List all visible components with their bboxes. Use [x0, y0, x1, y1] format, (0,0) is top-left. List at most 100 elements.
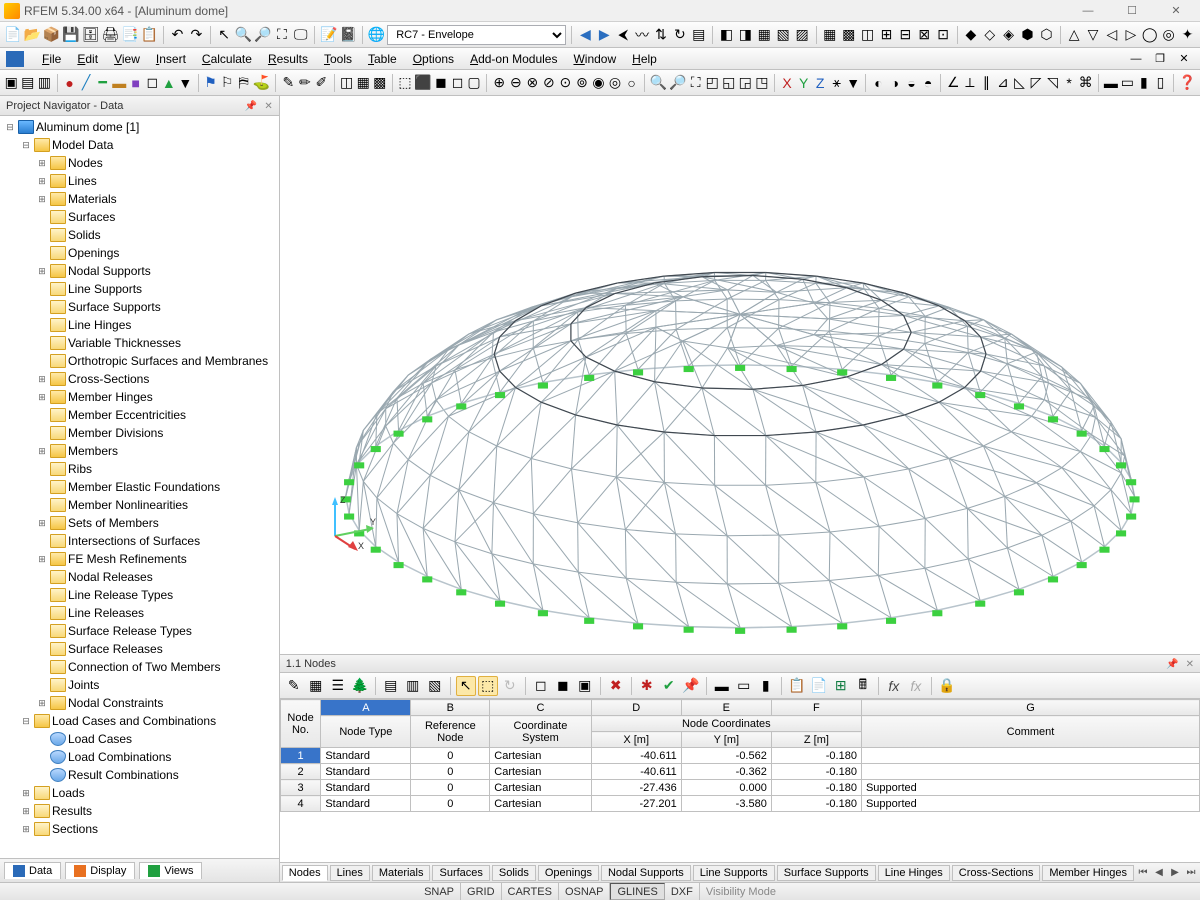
grid1-icon[interactable]: ▦ — [821, 25, 838, 45]
t2-icon[interactable]: ⬛ — [414, 73, 431, 93]
tree-sections[interactable]: ⊞Sections — [0, 820, 279, 838]
next-lc-icon[interactable]: ▶ — [596, 25, 613, 45]
t5-icon[interactable]: ▢ — [467, 73, 482, 93]
tree-line-hinges[interactable]: Line Hinges — [0, 316, 279, 334]
tab-prev-icon[interactable]: ◀ — [1152, 867, 1166, 878]
tb-sel2-icon[interactable]: ⬚ — [478, 676, 498, 696]
col-letter-A[interactable]: A — [321, 700, 411, 716]
table-tab-lines[interactable]: Lines — [330, 865, 370, 881]
tree-nodal-supports[interactable]: ⊞Nodal Supports — [0, 262, 279, 280]
tb-del-icon[interactable]: ✖ — [606, 676, 626, 696]
view7-icon[interactable]: ✦ — [1179, 25, 1196, 45]
tree-surface-supports[interactable]: Surface Supports — [0, 298, 279, 316]
tree-member-nonlinearities[interactable]: Member Nonlinearities — [0, 496, 279, 514]
mod2-icon[interactable]: ▦ — [356, 73, 371, 93]
report-icon[interactable]: 📝 — [320, 25, 337, 45]
tb-list-icon[interactable]: ☰ — [328, 676, 348, 696]
zoomwindow-icon[interactable]: 🔎 — [254, 25, 271, 45]
menu-file[interactable]: File — [34, 50, 69, 68]
flag3-icon[interactable]: ⛿ — [236, 73, 251, 93]
menu-insert[interactable]: Insert — [148, 50, 194, 68]
col-comment[interactable]: Comment — [861, 716, 1199, 748]
table-tab-line-hinges[interactable]: Line Hinges — [878, 865, 950, 881]
tab-first-icon[interactable]: ⏮ — [1136, 867, 1150, 878]
panel-close2-icon[interactable]: ✕ — [1186, 659, 1194, 670]
table-row[interactable]: 3Standard0Cartesian-27.4360.000-0.180Sup… — [280, 780, 1199, 796]
menu-results[interactable]: Results — [260, 50, 316, 68]
s4-icon[interactable]: ⊘ — [542, 73, 557, 93]
redo-icon[interactable]: ↷ — [188, 25, 205, 45]
grid3-icon[interactable]: ◫ — [859, 25, 876, 45]
notes-icon[interactable]: 📓 — [339, 25, 356, 45]
loadcase-combo[interactable]: RC7 - Envelope — [387, 25, 566, 45]
table-row[interactable]: 1Standard0Cartesian-40.611-0.562-0.180 — [280, 748, 1199, 764]
tab-views[interactable]: Views — [139, 862, 202, 879]
table-tab-materials[interactable]: Materials — [372, 865, 431, 881]
r2-icon[interactable]: ▭ — [1120, 73, 1135, 93]
moments-icon[interactable]: ↻ — [671, 25, 688, 45]
view2-icon[interactable]: ▽ — [1085, 25, 1102, 45]
flag4-icon[interactable]: ⛳ — [253, 73, 270, 93]
ang5-icon[interactable]: ◺ — [1012, 73, 1027, 93]
diag4-icon[interactable]: ▧ — [775, 25, 792, 45]
printpreview-icon[interactable]: 📑 — [121, 25, 138, 45]
table-tab-nodal-supports[interactable]: Nodal Supports — [601, 865, 691, 881]
zoomall-icon[interactable]: ⛶ — [273, 25, 290, 45]
tree-members[interactable]: ⊞Members — [0, 442, 279, 460]
tree-loads[interactable]: ⊞Loads — [0, 784, 279, 802]
menu-edit[interactable]: Edit — [69, 50, 106, 68]
tree-connection-of-two-members[interactable]: Connection of Two Members — [0, 658, 279, 676]
tb-fx2-icon[interactable]: fx — [906, 676, 926, 696]
ax-xyz-icon[interactable]: ⚹ — [829, 73, 844, 93]
draw3-icon[interactable]: ✐ — [314, 73, 329, 93]
render2-icon[interactable]: ◇ — [981, 25, 998, 45]
tree-solids[interactable]: Solids — [0, 226, 279, 244]
col-z[interactable]: Z [m] — [771, 732, 861, 748]
tree-surface-releases[interactable]: Surface Releases — [0, 640, 279, 658]
ang2-icon[interactable]: ⟂ — [963, 73, 978, 93]
tree-line-supports[interactable]: Line Supports — [0, 280, 279, 298]
ex3-icon[interactable]: ◒ — [904, 73, 919, 93]
help-icon[interactable]: ❓ — [1178, 73, 1195, 93]
menu-window[interactable]: Window — [565, 50, 624, 68]
grid4-icon[interactable]: ⊞ — [878, 25, 895, 45]
col-y[interactable]: Y [m] — [681, 732, 771, 748]
forces-icon[interactable]: ⇅ — [653, 25, 670, 45]
table-tab-cross-sections[interactable]: Cross-Sections — [952, 865, 1041, 881]
tb-refresh-icon[interactable]: ↻ — [500, 676, 520, 696]
ex2-icon[interactable]: ◑ — [888, 73, 903, 93]
tb-grid-icon[interactable]: ▦ — [306, 676, 326, 696]
prev-lc-icon[interactable]: ◀ — [577, 25, 594, 45]
grid5-icon[interactable]: ⊟ — [897, 25, 914, 45]
tree-member-elastic-foundations[interactable]: Member Elastic Foundations — [0, 478, 279, 496]
table-tab-surfaces[interactable]: Surfaces — [432, 865, 489, 881]
menu-view[interactable]: View — [106, 50, 148, 68]
ax-y-icon[interactable]: Y — [796, 73, 811, 93]
table-row[interactable]: 4Standard0Cartesian-27.201-3.580-0.180Su… — [280, 796, 1199, 812]
tree-load-combinations[interactable]: Load Combinations — [0, 748, 279, 766]
status-grid[interactable]: GRID — [461, 883, 502, 900]
tree-results[interactable]: ⊞Results — [0, 802, 279, 820]
solid-icon[interactable]: ■ — [128, 73, 143, 93]
q6-icon[interactable]: ◲ — [738, 73, 753, 93]
col-nodetype[interactable]: Node Type — [321, 716, 411, 748]
pin-icon[interactable]: 📌 — [245, 101, 257, 112]
menu-add-on-modules[interactable]: Add-on Modules — [462, 50, 565, 68]
menu-help[interactable]: Help — [624, 50, 665, 68]
q4-icon[interactable]: ◰ — [705, 73, 720, 93]
tb-filter2-icon[interactable]: ▥ — [403, 676, 423, 696]
data-grid[interactable]: NodeNo.ABCDEFG Node Type ReferenceNode C… — [280, 699, 1200, 862]
tree-nodal-releases[interactable]: Nodal Releases — [0, 568, 279, 586]
tab-next-icon[interactable]: ▶ — [1168, 867, 1182, 878]
ang9-icon[interactable]: ⌘ — [1078, 73, 1093, 93]
ex4-icon[interactable]: ◓ — [921, 73, 936, 93]
s2-icon[interactable]: ⊖ — [509, 73, 524, 93]
q5-icon[interactable]: ◱ — [721, 73, 736, 93]
diag3-icon[interactable]: ▦ — [756, 25, 773, 45]
tree-openings[interactable]: Openings — [0, 244, 279, 262]
tb-excel-icon[interactable]: ⊞ — [831, 676, 851, 696]
tb-sel1-icon[interactable]: ↖ — [456, 676, 476, 696]
supports-toggle-icon[interactable]: ▼ — [178, 73, 193, 93]
tree-model-data[interactable]: ⊟Model Data — [0, 136, 279, 154]
tree-orthotropic-surfaces-and-membranes[interactable]: Orthotropic Surfaces and Membranes — [0, 352, 279, 370]
